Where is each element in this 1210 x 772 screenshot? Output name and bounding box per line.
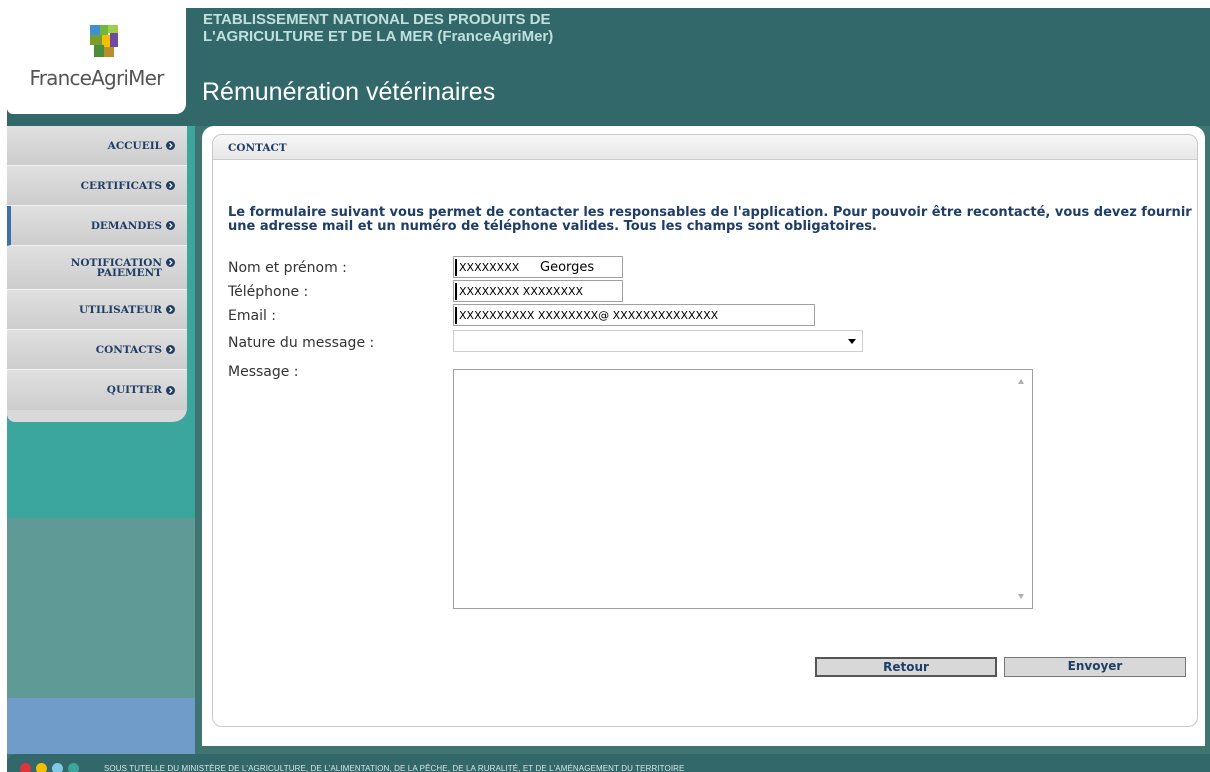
franceagrimer-logo-icon xyxy=(90,25,118,57)
email-redaction: XXXXXXXXXX XXXXXXXX@ XXXXXXXXXXXXXX xyxy=(455,307,773,324)
header: FranceAgriMer ETABLISSEMENT NATIONAL DES… xyxy=(7,8,1210,126)
name-label: Nom et prénom : xyxy=(228,260,347,276)
form-intro-text: Le formulaire suivant vous permet de con… xyxy=(228,205,1192,234)
sidebar-menu: ACCUEIL CERTIFICATS DEMANDES NOTIFICATIO… xyxy=(7,126,187,422)
sidebar-item-label: DEMANDES xyxy=(90,219,162,232)
email-field[interactable]: XXXXXXXXXX XXXXXXXX@ XXXXXXXXXXXXXX xyxy=(453,304,815,326)
dropdown-arrow-icon xyxy=(848,339,856,344)
organization-name-line2: L'AGRICULTURE ET DE LA MER (FranceAgriMe… xyxy=(203,28,554,45)
sidebar-item-label: NOTIFICATION PAIEMENT xyxy=(71,257,162,279)
logo-text: FranceAgriMer xyxy=(29,66,164,90)
sidebar-item-accueil[interactable]: ACCUEIL xyxy=(7,126,187,166)
chevron-right-circle-icon xyxy=(166,345,175,354)
name-value: Georges xyxy=(540,260,595,275)
back-button[interactable]: Retour xyxy=(815,657,997,677)
sidebar-item-label: CERTIFICATS xyxy=(80,179,162,192)
sidebar-item-quitter[interactable]: QUITTER xyxy=(7,370,187,410)
card-title: CONTACT xyxy=(228,142,287,154)
app-title: Rémunération vétérinaires xyxy=(202,78,496,106)
message-type-select[interactable] xyxy=(453,330,863,352)
sidebar-item-label: ACCUEIL xyxy=(107,139,162,152)
footer-dot-red xyxy=(20,763,31,772)
chevron-right-circle-icon xyxy=(166,305,175,314)
chevron-right-circle-icon xyxy=(166,141,175,150)
send-button[interactable]: Envoyer xyxy=(1004,657,1186,677)
footer: SOUS TUTELLE DU MINISTÈRE DE L'AGRICULTU… xyxy=(7,754,1210,772)
sidebar-item-label: UTILISATEUR xyxy=(78,303,162,316)
sidebar-item-utilisateur[interactable]: UTILISATEUR xyxy=(7,290,187,330)
page-frame: FranceAgriMer ETABLISSEMENT NATIONAL DES… xyxy=(7,8,1210,772)
name-field[interactable]: XXXXXXXX Georges xyxy=(453,256,623,278)
footer-dot-yellow xyxy=(36,763,47,772)
message-label: Message : xyxy=(228,364,299,380)
logo[interactable]: FranceAgriMer xyxy=(7,8,186,114)
organization-name-line1: ETABLISSEMENT NATIONAL DES PRODUITS DE xyxy=(203,11,551,28)
main-panel: CONTACT Le formulaire suivant vous perme… xyxy=(202,126,1205,746)
footer-text: SOUS TUTELLE DU MINISTÈRE DE L'AGRICULTU… xyxy=(104,764,685,772)
sidebar-item-label: QUITTER xyxy=(106,384,162,396)
email-label: Email : xyxy=(228,308,277,324)
phone-label: Téléphone : xyxy=(228,284,309,300)
sidebar-item-notification-paiement[interactable]: NOTIFICATION PAIEMENT xyxy=(7,246,187,290)
sidebar-band-grey-teal xyxy=(7,518,195,698)
chevron-right-circle-icon xyxy=(166,221,175,230)
scroll-down-icon[interactable] xyxy=(1018,594,1024,599)
footer-dot-lightblue xyxy=(52,763,63,772)
card-header: CONTACT xyxy=(213,135,1197,160)
message-textarea[interactable] xyxy=(453,369,1033,609)
phone-redaction: XXXXXXXX XXXXXXXX xyxy=(455,283,605,300)
sidebar-item-contacts[interactable]: CONTACTS xyxy=(7,330,187,370)
organization-name: ETABLISSEMENT NATIONAL DES PRODUITS DE L… xyxy=(203,11,803,45)
contact-form-card: CONTACT Le formulaire suivant vous perme… xyxy=(212,134,1198,727)
phone-field[interactable]: XXXXXXXX XXXXXXXX xyxy=(453,280,623,302)
chevron-right-circle-icon xyxy=(166,385,175,395)
sidebar-item-demandes[interactable]: DEMANDES xyxy=(7,206,187,246)
sidebar-item-certificats[interactable]: CERTIFICATS xyxy=(7,166,187,206)
name-redaction: XXXXXXXX xyxy=(455,259,531,276)
sidebar-item-label-line2: PAIEMENT xyxy=(96,266,162,279)
message-type-label: Nature du message : xyxy=(228,335,375,351)
footer-dot-teal xyxy=(68,763,79,772)
scroll-up-icon[interactable] xyxy=(1018,379,1024,384)
chevron-right-circle-icon xyxy=(166,258,175,267)
chevron-right-circle-icon xyxy=(166,181,175,190)
sidebar-item-label: CONTACTS xyxy=(95,343,162,356)
sidebar-band-blue xyxy=(7,698,195,754)
